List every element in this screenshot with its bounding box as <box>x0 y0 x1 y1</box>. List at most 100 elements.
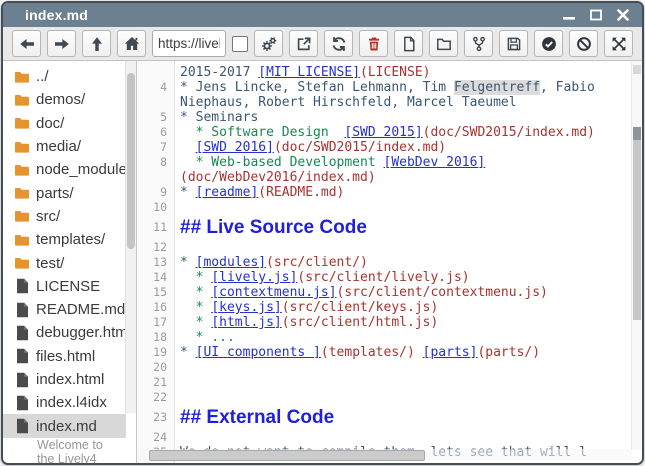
action-button-group <box>254 30 633 57</box>
file-label: doc/ <box>36 115 126 132</box>
folder-icon <box>14 69 30 85</box>
code-text <box>175 360 632 375</box>
code-text: * Seminars <box>175 110 632 125</box>
code-text <box>175 200 632 215</box>
folder-icon <box>14 115 30 131</box>
sidebar-item-doc[interactable]: doc/ <box>3 112 126 135</box>
save-button[interactable] <box>499 30 528 57</box>
sidebar-item-demos[interactable]: demos/ <box>3 88 126 111</box>
new-file-button[interactable] <box>394 30 423 57</box>
url-checkbox[interactable] <box>232 36 248 52</box>
scrollbar-thumb-cap[interactable] <box>633 127 641 140</box>
url-input[interactable] <box>152 30 226 57</box>
file-label: src/ <box>36 208 126 225</box>
resize-button[interactable] <box>604 30 633 57</box>
sidebar-scrollbar[interactable] <box>125 61 136 413</box>
code-lines[interactable]: 2015-2017 [MIT LICENSE](LICENSE)4* Jens … <box>137 61 632 460</box>
up-button[interactable] <box>82 30 111 57</box>
editor-vertical-scrollbar[interactable] <box>631 61 642 450</box>
sidebar-item-test[interactable]: test/ <box>3 251 126 274</box>
line-number: 5 <box>137 110 175 125</box>
line-number: 18 <box>137 330 175 345</box>
expand-icon <box>611 36 627 52</box>
sidebar-item-readme.md[interactable]: README.md <box>3 298 126 321</box>
open-external-button[interactable] <box>289 30 318 57</box>
code-line: 9* [readme](README.md) <box>137 185 632 200</box>
line-number: 12 <box>137 240 175 255</box>
scrollbar-top-marker <box>633 65 641 74</box>
new-folder-button[interactable] <box>429 30 458 57</box>
file-doc-icon <box>14 348 30 364</box>
maximize-button[interactable] <box>590 9 602 21</box>
file-label: test/ <box>36 255 126 272</box>
file-doc-icon <box>14 372 30 388</box>
delete-button[interactable] <box>359 30 388 57</box>
editor-vertical-scrollbar-thumb[interactable] <box>633 140 641 320</box>
line-number: 8 <box>137 155 175 170</box>
close-icon <box>617 9 629 21</box>
file-label: README.md <box>36 301 126 318</box>
code-text: * Software Design [SWD 2015](doc/SWD2015… <box>175 125 632 140</box>
code-text: ## External Code <box>175 405 632 430</box>
sidebar-item-files.html[interactable]: files.html <box>3 345 126 368</box>
file-label: node_modules/ <box>36 161 126 178</box>
code-line: 21 <box>137 375 632 390</box>
sidebar-scrollbar-thumb[interactable] <box>127 73 135 249</box>
minimize-icon <box>563 9 575 21</box>
line-number: 24 <box>137 430 175 445</box>
code-line: 4* Jens Lincke, Stefan Lehmann, Tim Felg… <box>137 80 632 95</box>
sidebar-item-templates[interactable]: templates/ <box>3 228 126 251</box>
code-text: * [lively.js](src/client/lively.js) <box>175 270 632 285</box>
editor-horizontal-scrollbar[interactable] <box>137 449 632 460</box>
code-text <box>175 240 632 255</box>
folder-icon <box>14 139 30 155</box>
code-text <box>175 430 632 445</box>
minimize-button[interactable] <box>563 9 575 21</box>
folder-icon <box>14 92 30 108</box>
file-label: ../ <box>36 68 126 85</box>
versions-button[interactable] <box>464 30 493 57</box>
sidebar-item-index.md[interactable]: index.md <box>3 414 126 437</box>
code-line: 8 * Web-based Development [WebDev 2016] <box>137 155 632 170</box>
code-line: 2015-2017 [MIT LICENSE](LICENSE) <box>137 65 632 80</box>
sidebar-item-license[interactable]: LICENSE <box>3 275 126 298</box>
code-line: 11## Live Source Code <box>137 215 632 240</box>
sidebar-item-src[interactable]: src/ <box>3 205 126 228</box>
sidebar-item-media[interactable]: media/ <box>3 135 126 158</box>
arrow-right-icon <box>54 36 70 52</box>
reload-button[interactable] <box>324 30 353 57</box>
forward-button[interactable] <box>47 30 76 57</box>
file-label: parts/ <box>36 185 126 202</box>
arrow-up-icon <box>89 36 105 52</box>
accept-button[interactable] <box>534 30 563 57</box>
sidebar-item-nodemodules[interactable]: node_modules/ <box>3 158 126 181</box>
code-line: 24 <box>137 430 632 445</box>
maximize-icon <box>590 9 602 21</box>
code-line: 7 [SWD 2016](doc/SWD2015/index.md) <box>137 140 632 155</box>
line-number: 6 <box>137 125 175 140</box>
sidebar-item-parts[interactable]: parts/ <box>3 181 126 204</box>
markdown-editor[interactable]: 2015-2017 [MIT LICENSE](LICENSE)4* Jens … <box>137 61 642 463</box>
file-doc-icon <box>14 418 30 434</box>
home-button[interactable] <box>117 30 146 57</box>
arrow-left-icon <box>19 36 35 52</box>
line-number: 20 <box>137 360 175 375</box>
line-number <box>137 95 175 110</box>
code-text: * [readme](README.md) <box>175 185 632 200</box>
code-line: 10 <box>137 200 632 215</box>
sidebar-item-index.html[interactable]: index.html <box>3 368 126 391</box>
cancel-button[interactable] <box>569 30 598 57</box>
title-bar: index.md <box>3 3 642 27</box>
sidebar-item-index.l4idx[interactable]: index.l4idx <box>3 391 126 414</box>
folder-icon <box>14 232 30 248</box>
file-doc-icon <box>14 278 30 294</box>
sidebar-item-..[interactable]: ../ <box>3 65 126 88</box>
settings-button[interactable] <box>254 30 283 57</box>
editor-horizontal-scrollbar-thumb[interactable] <box>149 450 425 461</box>
sidebar-item-debugger.html[interactable]: debugger.html <box>3 321 126 344</box>
close-button[interactable] <box>617 9 629 21</box>
back-button[interactable] <box>12 30 41 57</box>
line-number: 15 <box>137 285 175 300</box>
refresh-icon <box>331 36 347 52</box>
check-circle-icon <box>541 36 557 52</box>
